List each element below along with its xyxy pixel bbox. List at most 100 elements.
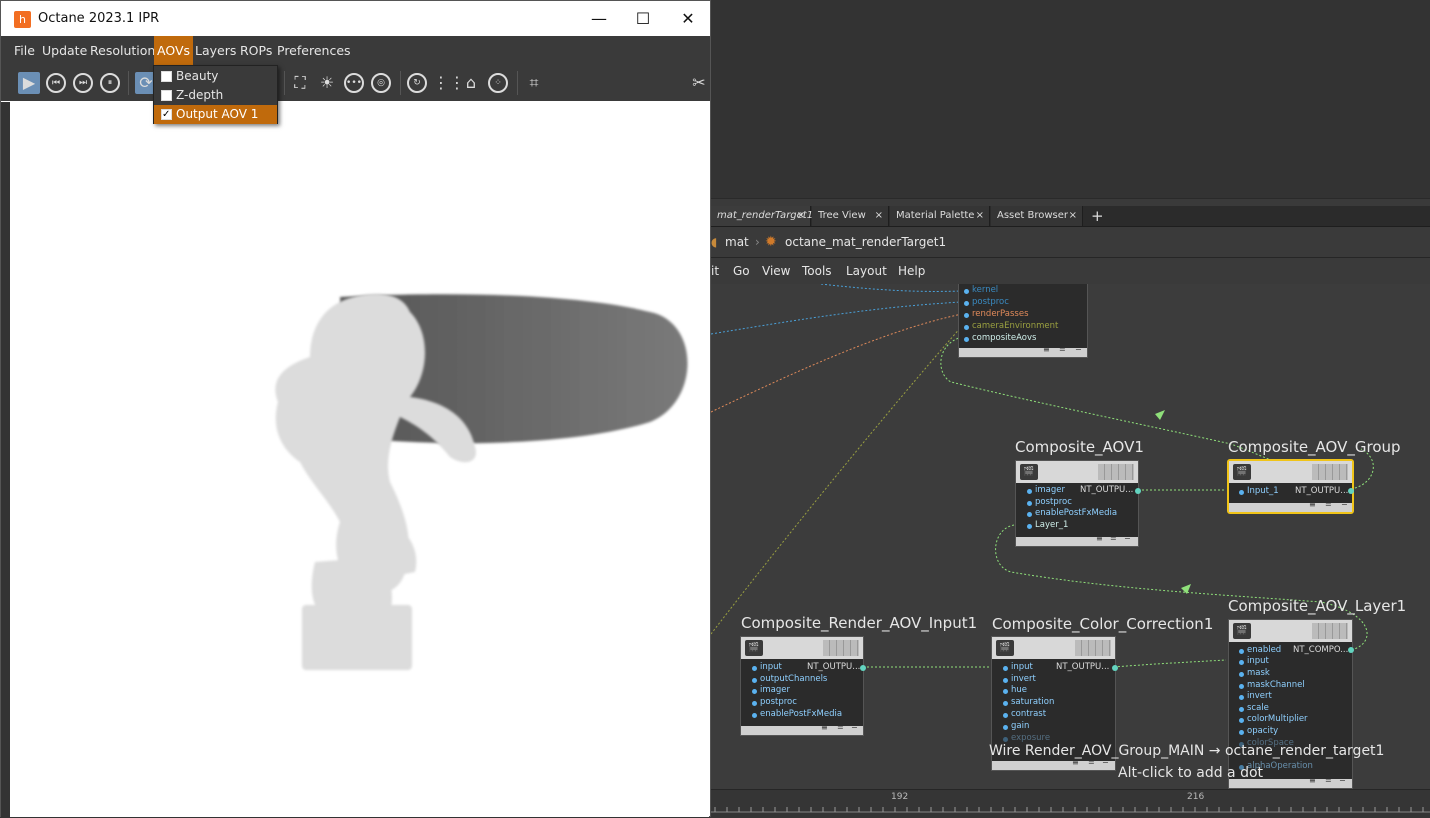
port-hue[interactable]: hue <box>1002 685 1027 695</box>
output-dot[interactable] <box>1348 647 1354 653</box>
breadcrumb-render-target[interactable]: octane_mat_renderTarget1 <box>785 227 946 257</box>
output-dot[interactable] <box>1112 665 1118 671</box>
port-composite-aovs[interactable]: compositeAovs <box>963 333 1036 343</box>
menu-view[interactable]: View <box>762 258 790 284</box>
port-postproc[interactable]: postproc <box>752 697 797 707</box>
close-icon[interactable]: × <box>1069 206 1077 226</box>
checkbox-checked-icon[interactable] <box>161 105 172 124</box>
output-dot[interactable] <box>1348 488 1354 494</box>
first-frame-icon[interactable]: ⏮ <box>46 73 66 93</box>
menu-tools[interactable]: Tools <box>802 258 832 284</box>
home-icon[interactable]: ⌂ <box>460 72 482 94</box>
crop-icon[interactable]: ⌗ <box>523 72 545 94</box>
close-icon[interactable]: × <box>797 206 805 226</box>
tab-render-target[interactable]: mat_renderTarget1 × <box>711 206 813 226</box>
port-input[interactable]: input <box>752 662 782 672</box>
port-input-1[interactable]: Input_1 <box>1239 486 1279 496</box>
noise-icon[interactable]: ⁘ <box>488 73 508 93</box>
node-flags[interactable] <box>1098 464 1134 480</box>
port-enable-postfx[interactable]: enablePostFxMedia <box>1026 508 1117 518</box>
menu-preferences[interactable]: Preferences <box>274 36 354 65</box>
render-viewport[interactable] <box>10 102 709 817</box>
tools-icon[interactable]: ✂ <box>688 72 710 94</box>
menu-item-z-depth[interactable]: Z-depth <box>154 86 277 105</box>
port-enabled[interactable]: enabled <box>1238 645 1281 655</box>
port-layer-1[interactable]: Layer_1 <box>1026 520 1068 530</box>
port-invert[interactable]: invert <box>1003 674 1036 684</box>
breadcrumb-mat[interactable]: mat <box>725 227 749 257</box>
port-postproc[interactable]: postproc <box>964 297 1009 307</box>
light-icon[interactable]: ☀ <box>316 72 338 94</box>
port-imager[interactable]: imager <box>1027 485 1065 495</box>
port-input[interactable]: input <box>1239 656 1269 666</box>
port-kernel[interactable]: kernel <box>963 285 998 295</box>
menu-help[interactable]: Help <box>898 258 925 284</box>
menu-resolution[interactable]: Resolution <box>87 36 158 65</box>
render-icon[interactable]: ▶ <box>18 72 40 94</box>
pause-icon[interactable]: ⏸ <box>100 73 120 93</box>
tab-tree-view[interactable]: Tree View × <box>812 206 889 226</box>
port-gain[interactable]: gain <box>1002 721 1029 731</box>
composite-aov1-node[interactable]: 🎬 imager NT_OUTPU... postproc enablePost… <box>1015 460 1139 547</box>
menu-go[interactable]: Go <box>733 258 750 284</box>
menu-file[interactable]: File <box>11 36 38 65</box>
menu-item-output-aov-1[interactable]: Output AOV 1 <box>154 105 277 124</box>
menu-item-beauty[interactable]: Beauty <box>154 67 277 86</box>
port-input[interactable]: input <box>1003 662 1033 672</box>
port-enable-postfx[interactable]: enablePostFxMedia <box>751 709 842 719</box>
port-imager[interactable]: imager <box>752 685 790 695</box>
menu-item-label: Output AOV 1 <box>176 107 259 121</box>
port-postproc[interactable]: postproc <box>1027 497 1072 507</box>
octane-node-icon: ✹ <box>765 234 777 250</box>
menu-layout[interactable]: Layout <box>846 258 887 284</box>
wire-renderpasses <box>711 313 963 413</box>
port-color-multiplier[interactable]: colorMultiplier <box>1239 714 1308 724</box>
node-flags[interactable] <box>823 640 859 656</box>
spin-icon[interactable]: ↻ <box>407 73 427 93</box>
target-icon[interactable]: ◎ <box>371 73 391 93</box>
port-mask-channel[interactable]: maskChannel <box>1239 680 1305 690</box>
close-button[interactable]: ✕ <box>673 7 703 31</box>
menu-edit[interactable]: it <box>711 258 719 284</box>
ipr-title-bar[interactable]: h Octane 2023.1 IPR — ☐ ✕ <box>1 1 710 36</box>
close-icon[interactable]: × <box>976 206 984 226</box>
output-dot[interactable] <box>860 665 866 671</box>
port-contrast[interactable]: contrast <box>1002 709 1046 719</box>
menu-rops[interactable]: ROPs <box>237 36 275 65</box>
node-flags[interactable] <box>1075 640 1111 656</box>
next-frame-icon[interactable]: ⏭ <box>73 73 93 93</box>
menu-layers[interactable]: Layers <box>192 36 239 65</box>
composite-render-aov-input1-node[interactable]: 🎬 input NT_OUTPU... outputChannels image… <box>740 636 864 736</box>
checkbox-icon[interactable] <box>161 71 172 82</box>
menu-aovs[interactable]: AOVs <box>154 36 194 65</box>
checkbox-icon[interactable] <box>161 90 172 101</box>
port-opacity[interactable]: opacity <box>1238 726 1278 736</box>
more-icon[interactable]: ••• <box>344 73 364 93</box>
grid-icon[interactable]: ⋮⋮ <box>433 72 465 94</box>
port-renderpasses[interactable]: renderPasses <box>964 309 1029 319</box>
port-mask[interactable]: mask <box>1239 668 1270 678</box>
minimize-button[interactable]: — <box>584 7 614 31</box>
port-invert[interactable]: invert <box>1239 691 1272 701</box>
maximize-button[interactable]: ☐ <box>628 7 658 31</box>
port-scale[interactable]: scale <box>1239 703 1269 713</box>
node-flags[interactable] <box>1312 623 1348 639</box>
network-editor[interactable]: kernel postproc renderPasses cameraEnvir… <box>711 284 1430 789</box>
port-exposure[interactable]: exposure <box>1002 733 1050 743</box>
focus-picker-icon[interactable]: ⛶ <box>289 72 311 94</box>
wire-camera-env <box>711 325 963 635</box>
timeline-ruler[interactable]: 192 216 <box>711 789 1430 818</box>
composite-aov-layer1-node[interactable]: 🎬 enabled NT_COMPO... input mask maskCha… <box>1228 619 1353 789</box>
port-saturation[interactable]: saturation <box>1002 697 1054 707</box>
tab-material-palette[interactable]: Material Palette × <box>890 206 990 226</box>
tab-asset-browser[interactable]: Asset Browser × <box>991 206 1083 226</box>
composite-aov-group-node[interactable]: 🎬 Input_1 NT_OUTPU... ≡ = − <box>1227 459 1354 514</box>
menu-update[interactable]: Update <box>39 36 90 65</box>
port-camera-environment[interactable]: cameraEnvironment <box>963 321 1058 331</box>
output-dot[interactable] <box>1135 488 1141 494</box>
port-output-channels[interactable]: outputChannels <box>751 674 827 684</box>
node-flags[interactable] <box>1312 464 1348 480</box>
add-tab-icon[interactable]: + <box>1091 206 1104 226</box>
render-target-node[interactable]: kernel postproc renderPasses cameraEnvir… <box>958 284 1088 358</box>
close-icon[interactable]: × <box>875 206 883 226</box>
